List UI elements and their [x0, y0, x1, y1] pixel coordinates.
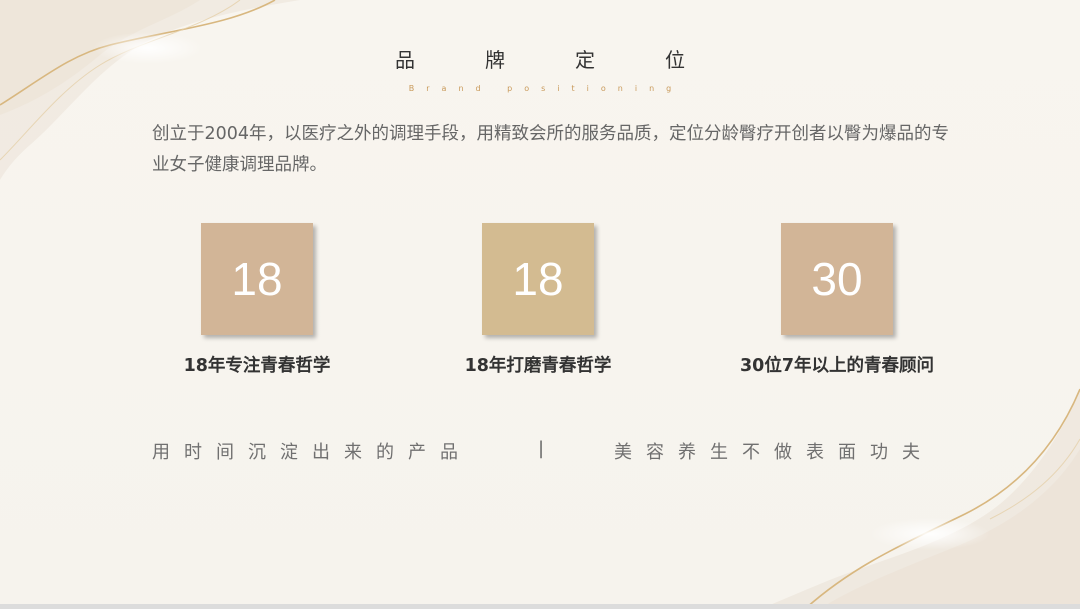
- stat-value-box: 18: [482, 223, 594, 335]
- bottom-bar: [0, 604, 1080, 609]
- tagline-right: 美容养生不做表面功夫: [614, 442, 934, 463]
- page-subtitle: Brand positioning: [408, 84, 684, 93]
- slide: 品牌定位 Brand positioning 创立于2004年，以医疗之外的调理…: [0, 0, 1080, 609]
- intro-paragraph: 创立于2004年，以医疗之外的调理手段，用精致会所的服务品质，定位分龄臀疗开创者…: [152, 124, 950, 175]
- tagline-separator: |: [538, 438, 545, 459]
- stat-label: 30位7年以上的青春顾问: [739, 356, 935, 376]
- stat-card-1: 18 18年专注青春哲学: [137, 223, 377, 377]
- tagline: 用时间沉淀出来的产品 | 美容养生不做表面功夫: [152, 438, 962, 468]
- stat-value-box: 18: [201, 223, 313, 335]
- stat-card-3: 30 30位7年以上的青春顾问: [717, 223, 957, 377]
- page-title: 品牌定位: [395, 48, 755, 72]
- tagline-left: 用时间沉淀出来的产品: [152, 442, 472, 463]
- stat-label: 18年专注青春哲学: [183, 356, 331, 376]
- stat-label: 18年打磨青春哲学: [464, 356, 612, 376]
- decorative-wave-bottom-right: [760, 388, 1080, 609]
- stat-card-2: 18 18年打磨青春哲学: [418, 223, 658, 377]
- stat-value-box: 30: [781, 223, 893, 335]
